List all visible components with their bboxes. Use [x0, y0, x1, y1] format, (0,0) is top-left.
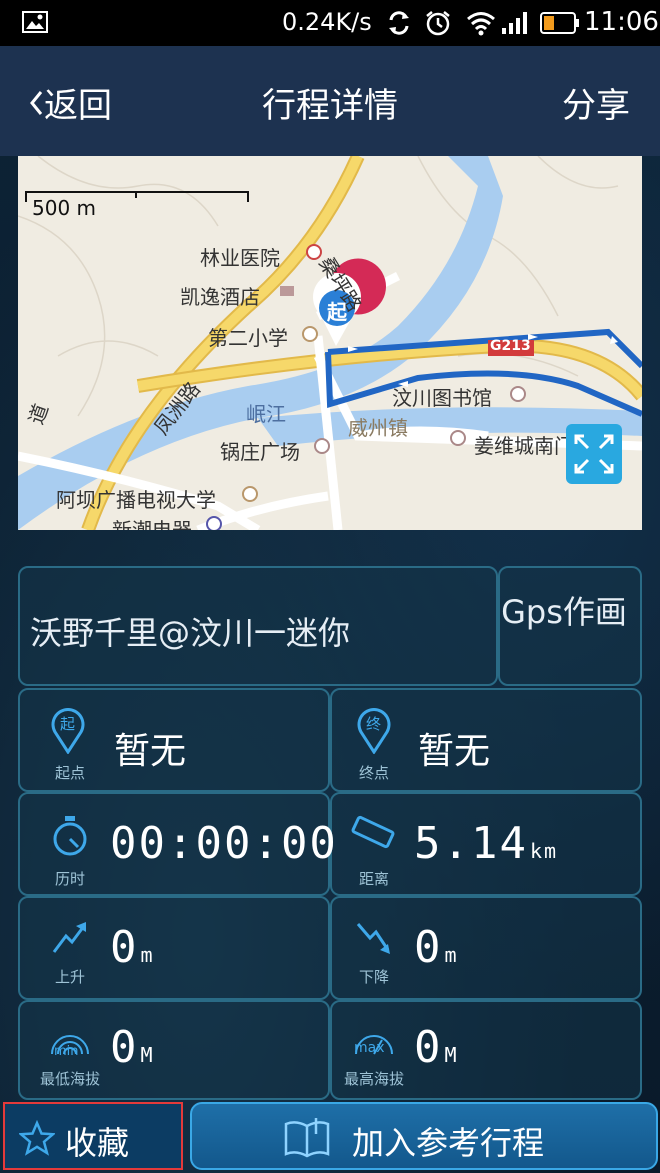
chevron-left-icon	[30, 90, 43, 115]
network-speed: 0.24K/s	[282, 8, 372, 36]
alarm-icon	[426, 11, 450, 36]
map-label: 锅庄广场	[220, 440, 300, 464]
min-altitude-icon-text: min	[54, 1044, 79, 1059]
map-label: 凯逸酒店	[180, 285, 260, 309]
favorite-label: 收藏	[65, 1124, 130, 1162]
wifi-icon	[467, 12, 495, 36]
stat-caption: 终点	[358, 764, 389, 782]
stopwatch-icon	[53, 816, 87, 856]
image-notification-icon	[22, 11, 48, 33]
stat-value: 0	[110, 1022, 139, 1073]
route-map[interactable]: 500 m 林业医院 凯逸酒店 第二小学 桑坪路 凤洲路 岷江 威州镇 汶川图书…	[18, 156, 642, 530]
stat-caption: 下降	[358, 968, 389, 986]
add-reference-trip-button[interactable]: 加入参考行程	[190, 1102, 658, 1170]
trip-source: Gps作画	[501, 593, 627, 631]
stat-end: 终 终点 暂无	[334, 700, 634, 790]
map-scale: 500 m	[32, 196, 97, 220]
stat-value-wrap: 5.14 km	[414, 818, 558, 869]
stat-ascent: 上升 0m	[30, 908, 330, 998]
stat-caption: 起点	[54, 764, 85, 782]
sync-icon	[389, 11, 409, 35]
stat-unit: M	[140, 1043, 155, 1067]
signal-icon	[502, 12, 527, 34]
map-label: 林业医院	[200, 246, 280, 270]
fullscreen-button[interactable]	[566, 424, 622, 484]
stat-value: 0	[110, 922, 139, 973]
stat-max-altitude: max 最高海拔 0M	[334, 1010, 634, 1100]
stat-caption: 最高海拔	[343, 1070, 404, 1088]
ascent-arrow-icon	[52, 922, 86, 953]
stat-value-wrap: 0M	[414, 1022, 459, 1073]
add-reference-trip-label: 加入参考行程	[352, 1124, 545, 1162]
map-label: 姜维城南门	[474, 434, 574, 458]
stat-value: 0	[414, 1022, 443, 1073]
stat-unit: m	[140, 943, 155, 967]
battery-icon	[540, 12, 579, 34]
stat-value: 00:00:00	[110, 818, 338, 869]
ruler-icon	[351, 815, 395, 849]
start-pin-char: 起	[60, 715, 76, 733]
stat-caption: 上升	[54, 968, 85, 986]
stat-caption: 最低海拔	[39, 1070, 100, 1088]
back-label: 返回	[44, 86, 112, 126]
stat-descent: 下降 0m	[334, 908, 634, 998]
map-label: 威州镇	[348, 416, 408, 440]
highway-shield-label: G213	[490, 338, 531, 354]
stat-value: 暂无	[114, 731, 187, 772]
map-label: 岷江	[246, 402, 286, 426]
clock: 11:06	[584, 7, 659, 37]
map-label: 阿坝广播电视大学	[56, 488, 216, 512]
stat-value-wrap: 0m	[110, 922, 155, 973]
stat-start: 起 起点 暂无	[30, 700, 330, 790]
stat-value-wrap: 0M	[110, 1022, 155, 1073]
status-bar: 0.24K/s 11:06	[0, 0, 660, 46]
app-screen: 0.24K/s 11:06 行程详情 返回 分享 500 m 林业医院 凯逸酒店…	[0, 0, 660, 1173]
descent-arrow-icon	[356, 923, 390, 954]
stat-value: 5.14	[414, 818, 528, 869]
stat-value-wrap: 0m	[414, 922, 459, 973]
start-marker-label: 起	[327, 300, 347, 324]
book-icon	[284, 1118, 330, 1158]
favorite-button[interactable]: 收藏	[3, 1102, 183, 1170]
stat-value: 暂无	[418, 731, 491, 772]
end-pin-char: 终	[366, 715, 382, 733]
stat-duration: 历时 00:00:00	[30, 804, 336, 894]
stat-unit: km	[529, 839, 559, 863]
share-button[interactable]: 分享	[562, 78, 630, 127]
stat-min-altitude: min 最低海拔 0M	[30, 1010, 330, 1100]
stat-caption: 历时	[54, 870, 85, 888]
map-label: 新潮电器	[112, 518, 192, 530]
stat-caption: 距离	[358, 870, 389, 888]
back-button[interactable]: 返回	[28, 78, 112, 127]
map-canvas	[18, 156, 642, 530]
stat-unit: M	[444, 1043, 459, 1067]
star-icon	[19, 1120, 55, 1156]
stat-distance: 距离 5.14 km	[334, 804, 634, 894]
expand-icon	[574, 434, 614, 474]
map-label: 第二小学	[208, 326, 288, 350]
max-altitude-icon-text: max	[354, 1040, 385, 1056]
map-label: 汶川图书馆	[392, 386, 492, 410]
stat-value: 0	[414, 922, 443, 973]
title-bar: 行程详情 返回 分享	[0, 46, 660, 156]
stat-unit: m	[444, 943, 459, 967]
trip-name: 沃野千里@汶川一迷你	[30, 614, 351, 652]
